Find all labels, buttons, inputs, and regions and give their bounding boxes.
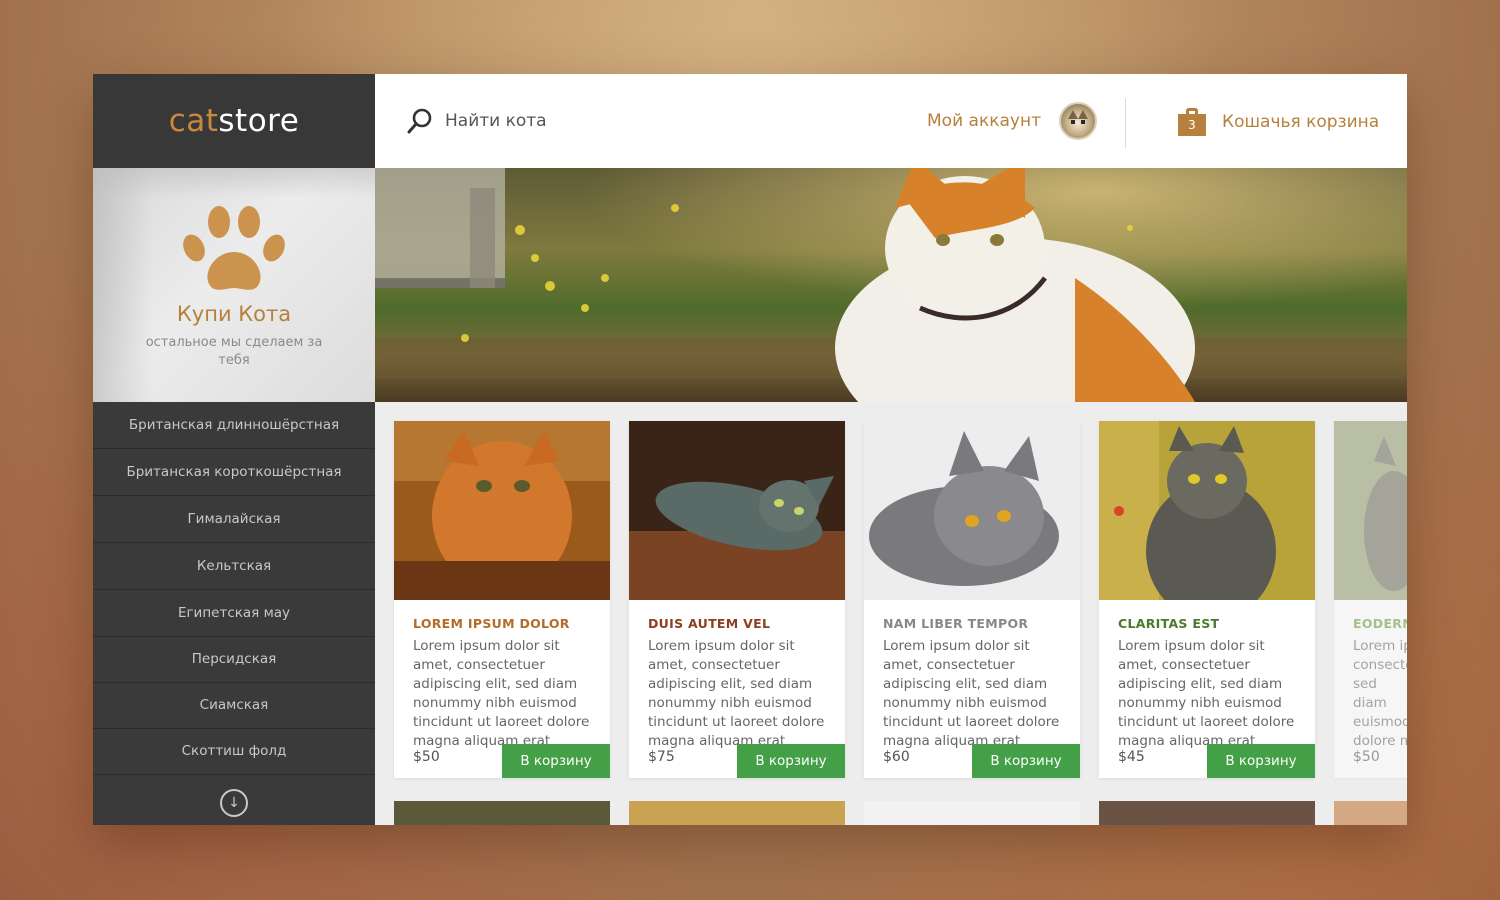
arrow-down-circle-icon[interactable]: ↓ bbox=[220, 789, 248, 817]
product-title[interactable]: NAM LIBER TEMPOR bbox=[883, 616, 1028, 631]
product-price: $75 bbox=[648, 749, 675, 765]
cart-label: Кошачья корзина bbox=[1222, 112, 1380, 132]
menu-item-british-shorthair[interactable]: Британская короткошёрстная bbox=[93, 449, 375, 496]
product-price: $50 bbox=[1353, 749, 1380, 765]
menu-item-egyptian-mau[interactable]: Египетская мау bbox=[93, 590, 375, 637]
product-card[interactable]: EODERN Lorem ip consecte sed diam euismo… bbox=[1334, 421, 1407, 778]
add-to-cart-button[interactable]: В корзину bbox=[502, 744, 610, 778]
logo[interactable]: catstore bbox=[169, 103, 300, 139]
app-window: catstore Купи Кота остальное мы сделаем … bbox=[93, 74, 1407, 825]
product-card[interactable]: DUIS AUTEM VEL Lorem ipsum dolor sit ame… bbox=[629, 421, 845, 778]
logo-part-store: store bbox=[218, 103, 300, 139]
product-description: Lorem ip consecte sed diam euismod dolor… bbox=[1353, 638, 1407, 749]
product-description: Lorem ipsum dolor sit amet, consectetuer… bbox=[648, 638, 825, 749]
hero-cat-photo bbox=[375, 168, 1407, 402]
product-grid: LOREM IPSUM DOLOR Lorem ipsum dolor sit … bbox=[375, 402, 1407, 825]
account-menu[interactable]: Мой аккаунт bbox=[927, 102, 1097, 140]
search-icon[interactable] bbox=[406, 107, 434, 135]
logo-bar: catstore bbox=[93, 74, 375, 168]
add-to-cart-button[interactable]: В корзину bbox=[972, 744, 1080, 778]
product-description: Lorem ipsum dolor sit amet, consectetuer… bbox=[1118, 638, 1295, 749]
product-card-next-row[interactable] bbox=[629, 801, 845, 825]
menu-item-celtic[interactable]: Кельтская bbox=[93, 543, 375, 590]
promo-title: Купи Кота bbox=[176, 302, 292, 326]
product-card-next-row[interactable] bbox=[394, 801, 610, 825]
product-card[interactable]: NAM LIBER TEMPOR Lorem ipsum dolor sit a… bbox=[864, 421, 1080, 778]
menu-item-scottish-fold[interactable]: Скоттиш фолд bbox=[93, 729, 375, 775]
product-description: Lorem ipsum dolor sit amet, consectetuer… bbox=[413, 638, 590, 749]
product-image[interactable] bbox=[629, 421, 845, 600]
paw-icon bbox=[183, 206, 285, 290]
menu-item-british-longhair[interactable]: Британская длинношёрстная bbox=[93, 402, 375, 449]
shopping-bag-icon: 3 bbox=[1178, 108, 1206, 136]
add-to-cart-button[interactable]: В корзину bbox=[737, 744, 845, 778]
product-card-next-row[interactable] bbox=[864, 801, 1080, 825]
product-title[interactable]: LOREM IPSUM DOLOR bbox=[413, 616, 570, 631]
promo-subtitle: остальное мы сделаем за тебя bbox=[145, 335, 323, 368]
menu-item-himalayan[interactable]: Гималайская bbox=[93, 496, 375, 543]
add-to-cart-button[interactable]: В корзину bbox=[1207, 744, 1315, 778]
promo-banner: Купи Кота остальное мы сделаем за тебя bbox=[93, 168, 375, 402]
menu-item-persian[interactable]: Персидская bbox=[93, 637, 375, 683]
product-description: Lorem ipsum dolor sit amet, consectetuer… bbox=[883, 638, 1060, 749]
product-image[interactable] bbox=[1099, 421, 1315, 600]
product-image[interactable] bbox=[864, 421, 1080, 600]
logo-part-cat: cat bbox=[168, 103, 219, 139]
product-card-next-row[interactable] bbox=[1334, 801, 1407, 825]
product-title[interactable]: EODERN bbox=[1353, 616, 1407, 631]
breed-menu: Британская длинношёрстная Британская кор… bbox=[93, 402, 375, 775]
product-price: $50 bbox=[413, 749, 440, 765]
product-title[interactable]: CLARITAS EST bbox=[1118, 616, 1219, 631]
product-price: $45 bbox=[1118, 749, 1145, 765]
account-label: Мой аккаунт bbox=[927, 111, 1041, 131]
product-image[interactable] bbox=[1334, 421, 1407, 600]
cart-count: 3 bbox=[1178, 114, 1206, 136]
header: Мой аккаунт 3 Кошачья корзина bbox=[375, 74, 1407, 168]
sidebar: catstore Купи Кота остальное мы сделаем … bbox=[93, 74, 375, 825]
header-divider bbox=[1125, 98, 1126, 148]
product-card[interactable]: LOREM IPSUM DOLOR Lorem ipsum dolor sit … bbox=[394, 421, 610, 778]
hero-image bbox=[375, 168, 1407, 402]
product-card[interactable]: CLARITAS EST Lorem ipsum dolor sit amet,… bbox=[1099, 421, 1315, 778]
product-image[interactable] bbox=[394, 421, 610, 600]
search-input[interactable] bbox=[445, 104, 705, 138]
product-card-next-row[interactable] bbox=[1099, 801, 1315, 825]
menu-item-siamese[interactable]: Сиамская bbox=[93, 683, 375, 729]
product-price: $60 bbox=[883, 749, 910, 765]
product-title[interactable]: DUIS AUTEM VEL bbox=[648, 616, 770, 631]
avatar[interactable] bbox=[1058, 102, 1097, 140]
cart-button[interactable]: 3 Кошачья корзина bbox=[1178, 103, 1379, 141]
